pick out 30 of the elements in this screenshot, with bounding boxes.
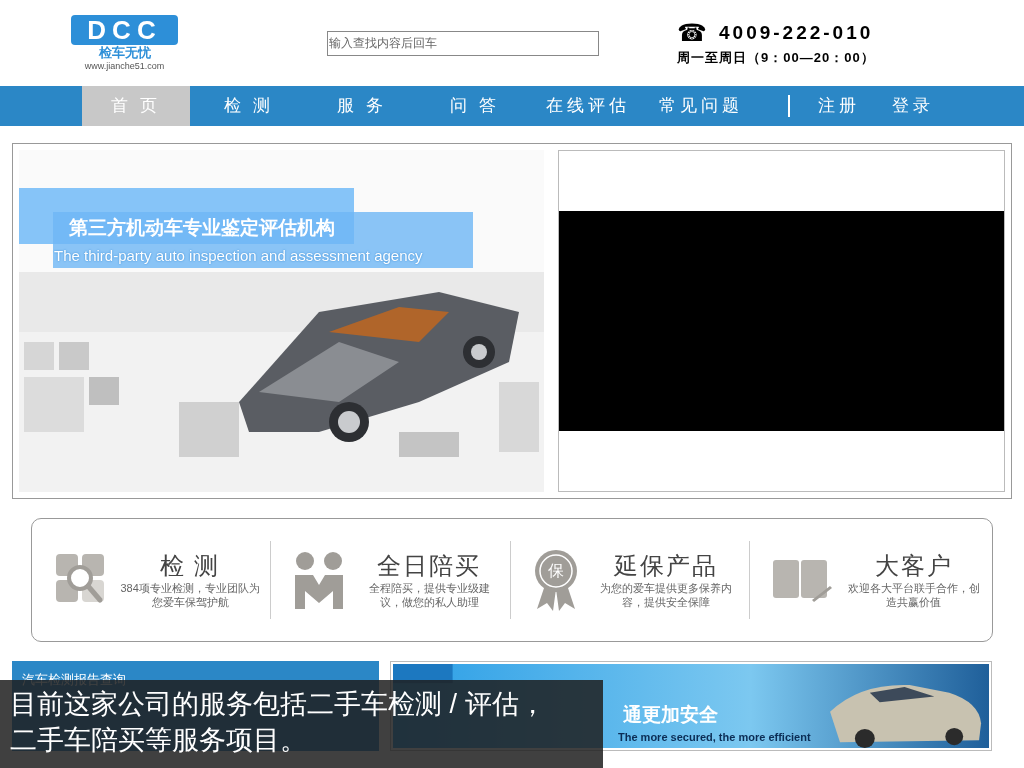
nav-tab[interactable]: 常见问题 (647, 86, 755, 126)
hero-subtitle: The third-party auto inspection and assessment agency (54, 246, 423, 266)
nav-tab[interactable]: 检 测 (195, 86, 303, 126)
people-icon (293, 551, 346, 609)
account-link[interactable]: 注册 (818, 93, 860, 119)
logo-name: 检车无忧 (98, 44, 151, 61)
feature-description: 欢迎各大平台联手合作，创造共赢价值 (847, 581, 981, 609)
feature-description: 384项专业检测，专业团队为您爱车保驾护航 (120, 581, 261, 609)
banner-subtitle: The more secured, the more efficient (618, 730, 811, 744)
nav-tab[interactable]: 在线评估 (534, 86, 642, 126)
logo-mark: DCC (71, 14, 178, 45)
feature-title: 延保产品 (613, 551, 718, 581)
banner-title: 通更加安全 (623, 704, 718, 726)
hero-title: 第三方机动车专业鉴定评估机构 (69, 216, 335, 240)
feature-title: 大客户 (875, 551, 953, 581)
video-player[interactable] (559, 211, 1004, 431)
feature-title: 全日陪买 (377, 551, 482, 581)
logo-url: www.jianche51.com (84, 60, 165, 72)
feature-description: 全程陪买，提供专业级建议，做您的私人助理 (368, 581, 491, 609)
caption-text: 目前这家公司的服务包括二手车检测 / 评估，二手车陪买等服务项目。 (10, 688, 547, 757)
nav-tab[interactable]: 服 务 (308, 86, 416, 126)
phone-number: 4009-222-010 (719, 21, 874, 45)
phone-icon: ☎ (677, 20, 707, 47)
nav-tab[interactable]: 问 答 (421, 86, 529, 126)
service-hours: 周一至周日（9：00—20：00） (677, 48, 875, 67)
feature-description: 为您的爱车提供更多保养内容，提供安全保障 (598, 581, 733, 609)
report-title: 汽车检测报告查询 (22, 672, 126, 687)
account-link[interactable]: 登录 (892, 93, 934, 119)
search-field[interactable]: 输入查找内容后回车 (327, 30, 599, 56)
feature-title: 检 测 (159, 551, 221, 581)
